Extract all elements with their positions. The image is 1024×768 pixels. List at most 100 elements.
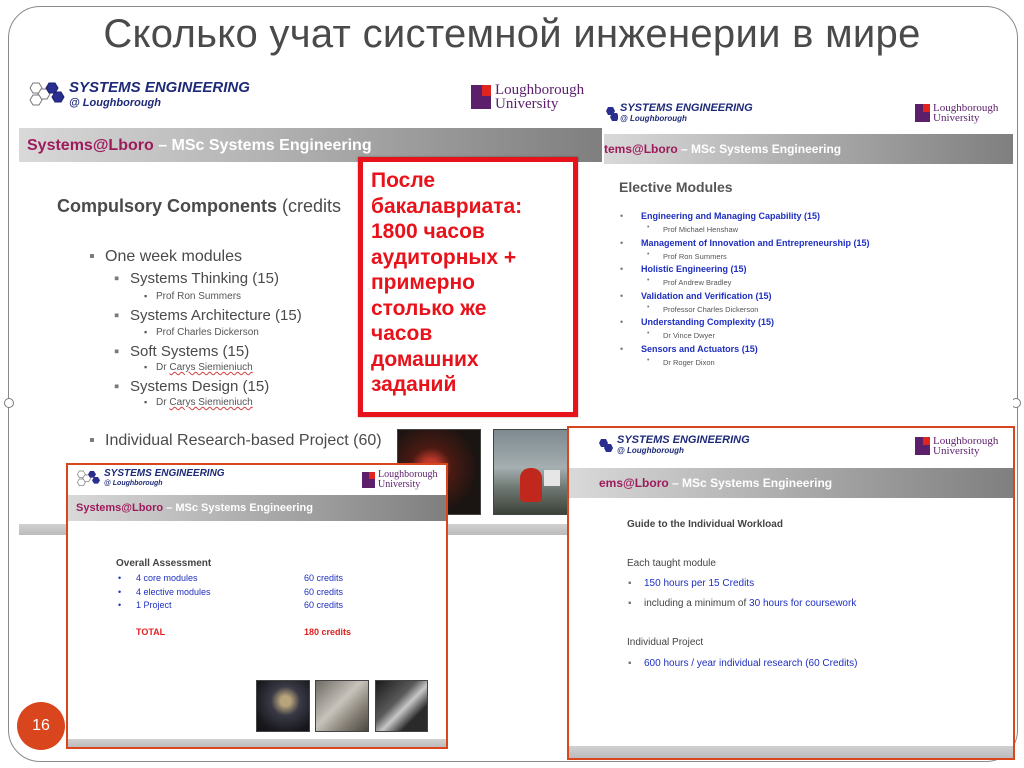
square-bullet-icon: • — [647, 303, 650, 311]
slide-banner: Systems@Lboro – MSc Systems Engineering — [68, 495, 446, 521]
module-prof: Prof Charles Dickerson — [144, 327, 259, 338]
banner-prefix: Systems@Lboro — [27, 137, 154, 154]
total-value: 180 credits — [304, 627, 352, 637]
banner-prefix: Systems@Lboro — [76, 502, 164, 514]
square-bullet-icon: • — [647, 250, 650, 258]
loughborough-shield-icon — [915, 104, 930, 123]
square-bullet-icon: • — [118, 586, 122, 597]
se-logo: SYSTEMS ENGINEERING @ Loughborough — [604, 103, 753, 125]
lboro-line2: University — [933, 112, 980, 125]
hexagon-logo-icon — [606, 107, 618, 121]
assessment-credits: 60 credits — [304, 573, 344, 583]
elective-module-name: Sensors and Actuators (15) — [641, 343, 758, 354]
compulsory-heading-suffix: (credits — [277, 196, 342, 216]
square-bullet-icon: • — [647, 277, 650, 284]
elective-module-prof: Prof Michael Henshaw — [663, 225, 739, 234]
workload-heading: Guide to the Individual Workload — [627, 519, 783, 530]
se-logo: SYSTEMS ENGINEERING @ Loughborough — [74, 469, 225, 489]
lboro-line2: University — [495, 96, 559, 113]
hexagon-logo-icon — [599, 439, 613, 452]
se-title: SYSTEMS ENGINEERING — [104, 468, 225, 479]
individual-project-label: Individual Project — [627, 637, 704, 648]
loughborough-logo: Loughborough University — [362, 470, 437, 489]
module-name: Systems Thinking (15) — [114, 270, 279, 287]
hexagon-logo-icon — [76, 470, 100, 486]
workload-bullet-3: 600 hours / year individual research (60… — [628, 658, 857, 669]
loughborough-logo: Loughborough University — [471, 82, 585, 113]
compulsory-heading-bold: Compulsory Components — [57, 196, 278, 216]
callout-text: После бакалавриата: 1800 часов аудиторны… — [371, 169, 523, 396]
prof-prefix: Dr — [156, 397, 170, 408]
loughborough-logo: Loughborough University — [915, 102, 998, 125]
square-bullet-icon: • — [620, 211, 624, 221]
loughborough-logo: Loughborough University — [915, 435, 998, 458]
banner-suffix: – MSc Systems Engineering — [163, 502, 313, 514]
banner-prefix: ems@Lboro — [599, 476, 669, 490]
se-logo: SYSTEMS ENGINEERING @ Loughborough — [25, 80, 250, 110]
square-bullet-icon: • — [620, 317, 624, 327]
square-bullet-icon: • — [647, 356, 650, 364]
research-project: Individual Research-based Project (60) — [89, 432, 382, 450]
banner-suffix: – MSc Systems Engineering — [153, 137, 372, 154]
square-bullet-icon: • — [620, 343, 624, 354]
module-name: Soft Systems (15) — [114, 343, 249, 360]
elective-module-prof: Prof Andrew Bradley — [663, 278, 732, 287]
square-bullet-icon: • — [118, 573, 122, 583]
elective-module-name: Management of Innovation and Entrepreneu… — [641, 237, 870, 248]
frame-handle-left — [4, 398, 14, 408]
elective-module-name: Validation and Verification (15) — [641, 290, 772, 301]
se-title: SYSTEMS ENGINEERING — [69, 79, 250, 96]
slide-footer-bar — [569, 746, 1013, 758]
workload-bullet-2-pre: including a minimum of — [644, 598, 750, 609]
taught-module-label: Each taught module — [627, 558, 716, 569]
square-bullet-icon: • — [620, 237, 624, 248]
page-number: 16 — [17, 702, 65, 750]
workload-bullet-1: 150 hours per 15 Credits — [628, 578, 754, 589]
lboro-line2: University — [933, 445, 980, 458]
elective-slide: SYSTEMS ENGINEERING @ Loughborough Lough… — [604, 92, 1013, 418]
classroom-photo — [315, 680, 369, 732]
slide-banner: ems@Lboro – MSc Systems Engineering — [569, 468, 1013, 498]
se-subtitle: @ Loughborough — [104, 480, 163, 487]
banner-prefix: tems@Lboro — [604, 142, 678, 156]
lboro-line1: Loughborough — [495, 82, 585, 98]
total-label: TOTAL — [136, 627, 166, 637]
module-prof: Dr Carys Siemieniuch — [144, 397, 253, 408]
square-bullet-icon: • — [647, 224, 650, 231]
slide-footer-bar — [68, 739, 446, 747]
slide-title: Сколько учат системной инженерии в мире — [103, 12, 921, 56]
se-title: SYSTEMS ENGINEERING — [617, 434, 750, 446]
workload-slide: SYSTEMS ENGINEERING @ Loughborough Lough… — [567, 426, 1015, 760]
module-name: Systems Design (15) — [114, 378, 269, 395]
prof-name: Carys Siemieniuch — [169, 362, 253, 373]
computer-photo — [375, 680, 428, 732]
se-subtitle: @ Loughborough — [69, 97, 161, 109]
assessment-item: 4 elective modules — [136, 586, 211, 597]
assessment-item: 1 Project — [136, 600, 172, 610]
se-title: SYSTEMS ENGINEERING — [620, 102, 753, 114]
elective-module-prof: Dr Roger Dixon — [663, 357, 715, 367]
loughborough-shield-icon — [915, 437, 930, 456]
square-bullet-icon: • — [620, 290, 624, 301]
elective-module-name: Holistic Engineering (15) — [641, 264, 747, 274]
one-week-modules: One week modules — [89, 248, 242, 266]
loughborough-shield-icon — [471, 85, 491, 110]
square-bullet-icon: • — [647, 330, 650, 337]
lab-photo — [256, 680, 310, 732]
se-subtitle: @ Loughborough — [617, 446, 684, 455]
prof-name: Carys Siemieniuch — [169, 397, 253, 408]
square-bullet-icon: • — [118, 600, 122, 610]
hexagon-logo-icon — [29, 82, 65, 106]
callout-box: После бакалавриата: 1800 часов аудиторны… — [358, 157, 578, 417]
elective-module-prof: Prof Ron Summers — [663, 251, 727, 261]
loughborough-shield-icon — [362, 471, 375, 488]
assessment-heading: Overall Assessment — [116, 558, 212, 569]
elective-heading: Elective Modules — [619, 179, 733, 195]
elective-module-name: Engineering and Managing Capability (15) — [641, 211, 821, 221]
slide-banner: tems@Lboro – MSc Systems Engineering — [604, 134, 1013, 164]
square-bullet-icon: • — [620, 264, 624, 274]
assessment-credits: 60 credits — [304, 600, 344, 610]
module-prof: Prof Ron Summers — [144, 291, 241, 302]
elective-module-name: Understanding Complexity (15) — [641, 317, 775, 327]
workload-bullet-2: including a minimum of 30 hours for cour… — [628, 598, 856, 609]
